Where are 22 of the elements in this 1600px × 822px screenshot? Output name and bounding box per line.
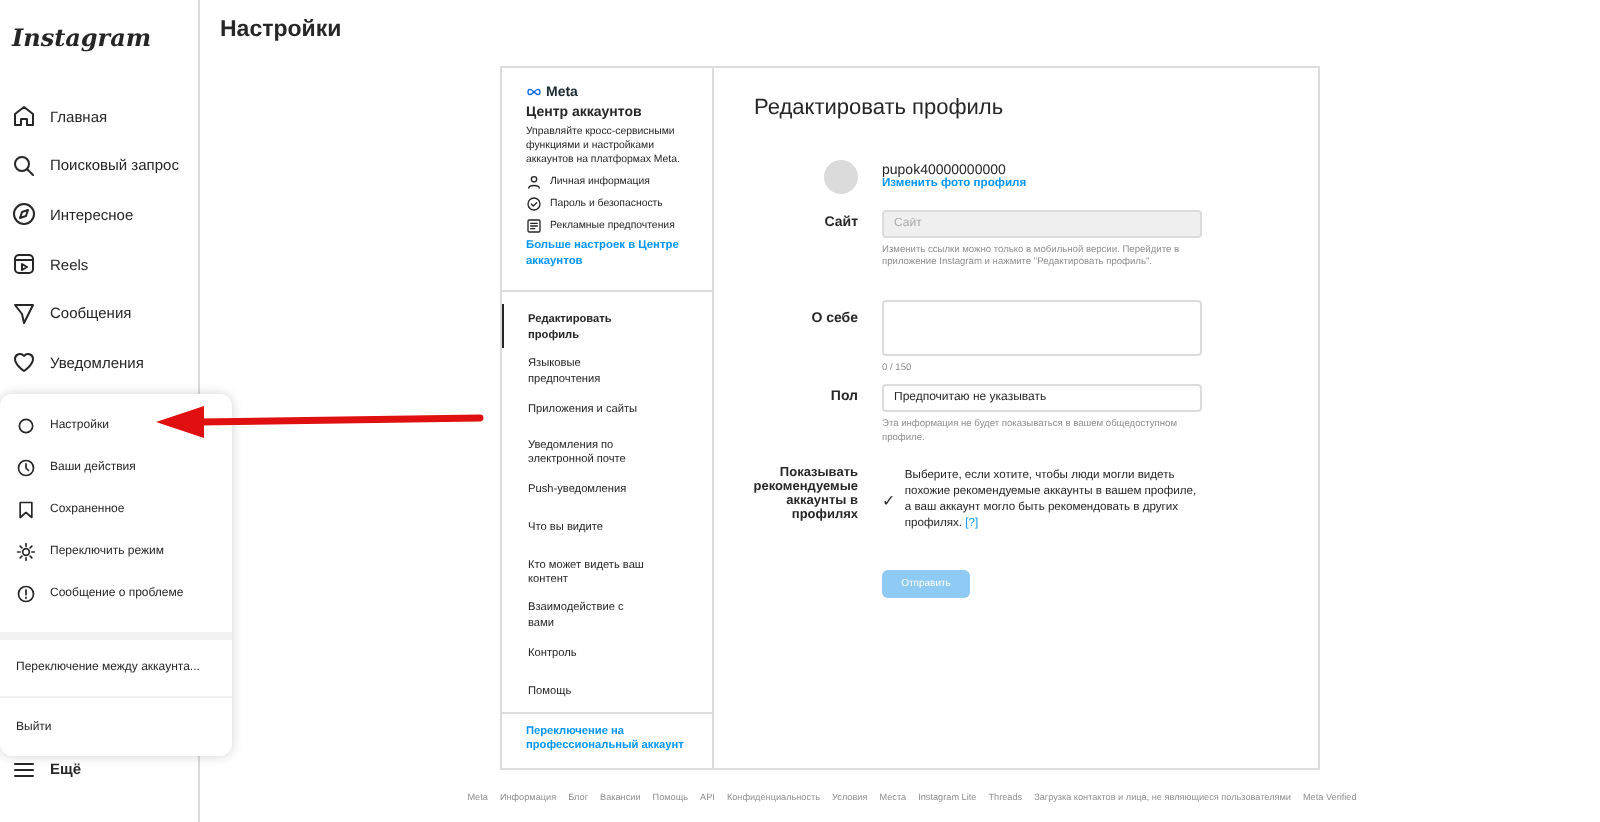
bio-field[interactable] <box>882 299 1202 356</box>
compass-icon <box>12 202 36 227</box>
bookmark-icon <box>16 500 36 521</box>
menu-icon <box>12 757 36 782</box>
home-icon <box>12 104 36 129</box>
person-icon <box>526 174 542 191</box>
search-icon <box>12 153 36 178</box>
send-icon <box>12 301 36 326</box>
clock-icon <box>16 458 36 479</box>
shield-icon <box>526 196 542 213</box>
form-title: Редактировать профиль <box>754 96 1004 120</box>
checkbox[interactable]: ✓ <box>882 492 897 511</box>
sun-icon <box>16 542 36 563</box>
page-title: Настройки <box>218 16 342 46</box>
logo[interactable]: Instagram <box>12 24 152 52</box>
video-icon <box>12 252 36 277</box>
infinity-icon <box>526 84 542 100</box>
ad-icon <box>526 218 542 235</box>
avatar <box>824 160 858 194</box>
alert-icon <box>16 584 36 605</box>
heart-icon <box>12 350 36 375</box>
settings-icon <box>16 416 36 437</box>
